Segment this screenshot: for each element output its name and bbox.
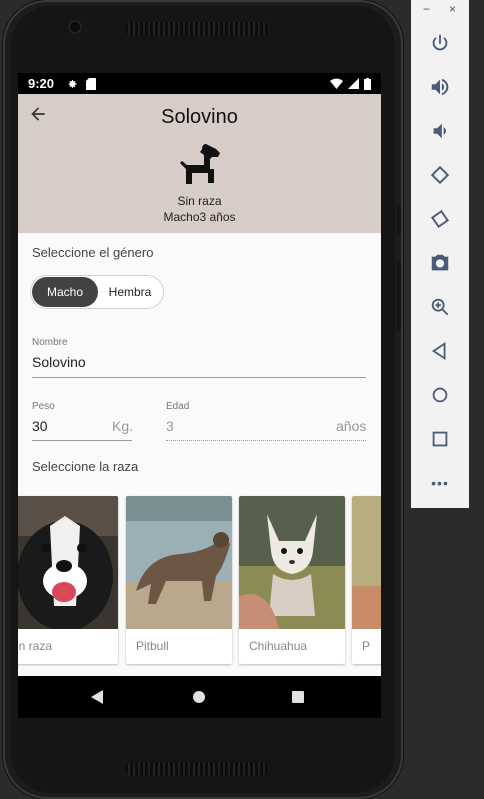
breed-card-partial[interactable]: P <box>352 496 381 664</box>
app-screen: 9:20 Solovino Sin raza Macho3 años Selec… <box>18 73 381 718</box>
name-caption: Nombre <box>32 337 68 348</box>
gender-option-macho[interactable]: Macho <box>32 277 98 307</box>
rotate-right-icon[interactable] <box>425 204 455 234</box>
home-icon[interactable] <box>425 380 455 410</box>
volume-up-icon[interactable] <box>425 72 455 102</box>
battery-icon <box>364 77 371 90</box>
weight-underline <box>32 440 132 441</box>
breed-card-label: Pitbull <box>136 639 169 653</box>
dog-icon <box>180 144 220 184</box>
camera-icon[interactable] <box>425 248 455 278</box>
breed-image-chihuahua <box>239 496 345 629</box>
breed-image-pitbull <box>126 496 232 629</box>
age-caption: Edad <box>166 401 190 412</box>
nav-home-icon[interactable] <box>193 691 205 703</box>
pet-header: Solovino Sin raza Macho3 años <box>18 94 381 233</box>
age-unit: años <box>336 418 367 434</box>
age-input[interactable]: 3 <box>166 418 174 434</box>
breed-image-partial <box>352 496 381 629</box>
settings-icon <box>68 79 77 88</box>
pet-sex-age-text: Macho3 años <box>163 210 236 224</box>
power-icon[interactable] <box>425 28 455 58</box>
breed-card-label: Chihuahua <box>249 639 308 653</box>
top-speaker <box>125 22 269 36</box>
wifi-icon <box>330 78 343 89</box>
overview-icon[interactable] <box>425 424 455 454</box>
zoom-icon[interactable] <box>425 292 455 322</box>
emulator-toolbar: − × ••• <box>411 0 469 508</box>
breed-card-chihuahua[interactable]: Chihuahua <box>239 496 345 664</box>
pet-name-title: Solovino <box>161 106 238 128</box>
minimize-button[interactable]: − <box>423 2 430 16</box>
breed-card-sin-raza[interactable]: Sin raza <box>18 496 118 664</box>
weight-caption: Peso <box>32 401 55 412</box>
more-icon[interactable]: ••• <box>425 468 455 498</box>
back-icon[interactable] <box>425 336 455 366</box>
close-button[interactable]: × <box>449 2 456 16</box>
breed-image-sin-raza <box>18 496 118 629</box>
breed-card-label: Sin raza <box>18 639 53 653</box>
breed-carousel[interactable]: Sin raza Pitbull <box>18 496 381 666</box>
breed-card-label: P <box>362 639 371 653</box>
android-nav-bar <box>18 676 381 718</box>
rotate-left-icon[interactable] <box>425 160 455 190</box>
pet-breed-text: Sin raza <box>177 194 222 208</box>
volume-down-icon[interactable] <box>425 116 455 146</box>
weight-unit: Kg. <box>112 418 134 434</box>
status-time: 9:20 <box>28 76 55 91</box>
form-content: Seleccione el género Macho Hembra Nombre… <box>18 233 381 674</box>
name-input[interactable]: Solovino <box>32 354 86 370</box>
front-camera <box>70 22 80 32</box>
nav-back-icon[interactable] <box>91 690 103 704</box>
gender-label: Seleccione el género <box>32 245 154 260</box>
breed-card-pitbull[interactable]: Pitbull <box>126 496 232 664</box>
side-button-volume <box>397 260 401 330</box>
gender-option-hembra[interactable]: Hembra <box>98 277 162 307</box>
side-button-power <box>397 205 401 235</box>
gender-toggle: Macho Hembra <box>30 275 164 309</box>
weight-input[interactable]: 30 <box>32 418 48 434</box>
name-underline <box>32 377 366 378</box>
age-underline <box>166 440 366 441</box>
breed-label: Seleccione la raza <box>32 459 139 474</box>
status-bar: 9:20 <box>18 73 381 94</box>
bottom-speaker <box>125 762 269 776</box>
sd-card-icon <box>86 77 97 90</box>
nav-recents-icon[interactable] <box>292 691 304 703</box>
signal-icon <box>348 78 359 89</box>
